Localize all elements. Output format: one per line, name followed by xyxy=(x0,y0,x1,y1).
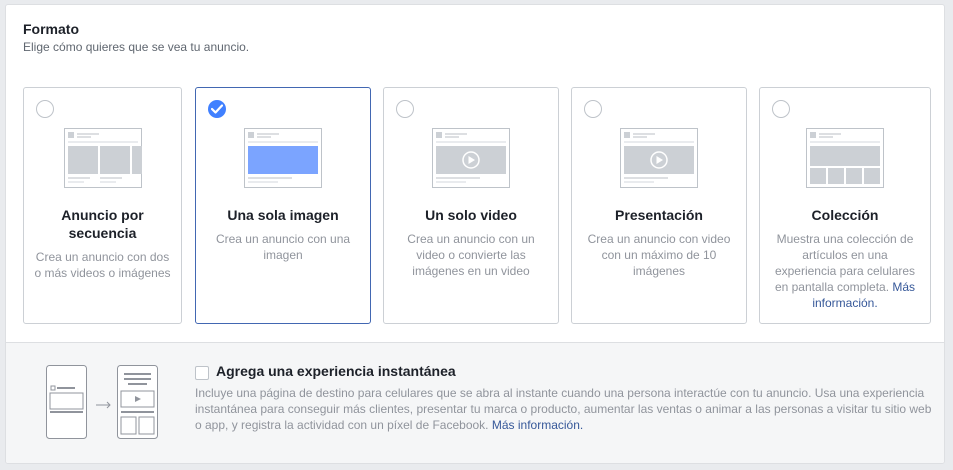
section-title: Formato xyxy=(23,21,79,37)
format-radio-collection[interactable] xyxy=(772,100,790,118)
format-desc-collection: Muestra una colección de artículos en un… xyxy=(770,231,920,311)
carousel-icon xyxy=(63,128,142,188)
format-desc-single-image: Crea un anuncio con una imagen xyxy=(215,232,351,262)
instant-experience-more-info-link[interactable]: Más información. xyxy=(492,418,583,432)
single-image-icon xyxy=(244,128,322,188)
format-desc-single-video: Crea un anuncio con un video o convierte… xyxy=(407,232,535,278)
instant-experience-section: Agrega una experiencia instantánea Inclu… xyxy=(6,342,944,463)
format-card-collection[interactable]: Colección Muestra una colección de artíc… xyxy=(759,87,931,324)
format-title-single-video: Un solo video xyxy=(425,207,517,223)
format-title-collection: Colección xyxy=(811,207,879,223)
instant-experience-description: Incluye una página de destino para celul… xyxy=(195,385,935,433)
format-card-carousel[interactable]: Anuncio por secuencia Crea un anuncio co… xyxy=(23,87,182,324)
format-card-single-image[interactable]: Una sola imagen Crea un anuncio con una … xyxy=(195,87,371,324)
format-title-carousel: Anuncio por secuencia xyxy=(61,207,144,241)
format-panel: Formato Elige cómo quieres que se vea tu… xyxy=(5,4,945,464)
format-title-single-image: Una sola imagen xyxy=(227,207,339,223)
format-card-single-video[interactable]: Un solo video Crea un anuncio con un vid… xyxy=(383,87,559,324)
instant-experience-checkbox[interactable] xyxy=(195,366,209,380)
format-radio-single-video[interactable] xyxy=(396,100,414,118)
format-radio-single-image[interactable] xyxy=(208,100,226,118)
format-radio-carousel[interactable] xyxy=(36,100,54,118)
format-radio-slideshow[interactable] xyxy=(584,100,602,118)
format-desc-carousel: Crea un anuncio con dos o más videos o i… xyxy=(34,250,171,280)
collection-icon xyxy=(806,128,884,188)
instant-experience-title: Agrega una experiencia instantánea xyxy=(216,363,456,379)
section-subtitle: Elige cómo quieres que se vea tu anuncio… xyxy=(23,40,250,54)
format-desc-slideshow: Crea un anuncio con video con un máximo … xyxy=(587,232,731,278)
format-title-slideshow: Presentación xyxy=(615,207,703,223)
checkmark-icon xyxy=(211,104,223,114)
instant-experience-illustration xyxy=(46,365,158,439)
slideshow-icon xyxy=(620,128,698,188)
single-video-icon xyxy=(432,128,510,188)
format-card-slideshow[interactable]: Presentación Crea un anuncio con video c… xyxy=(571,87,747,324)
